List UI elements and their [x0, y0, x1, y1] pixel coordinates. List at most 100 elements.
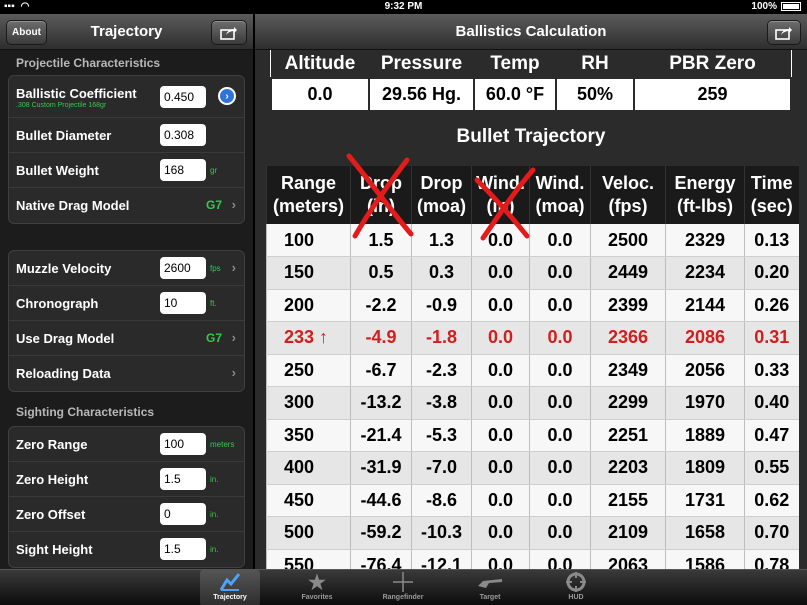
table-cell: 0.47 — [744, 419, 799, 452]
share-button[interactable] — [767, 20, 801, 45]
row-label: Bullet Weight — [16, 163, 99, 178]
tab-rangefinder[interactable]: Rangefinder — [373, 570, 433, 605]
unit-label: ft. — [210, 299, 217, 308]
table-cell: 2449 — [590, 256, 666, 290]
star-icon: ★ — [308, 571, 326, 594]
table-cell: 2299 — [590, 386, 666, 420]
env-header: PBR Zero — [634, 50, 791, 78]
table-cell: -10.3 — [411, 516, 472, 550]
env-header: Temp — [474, 50, 556, 78]
zero-range-row[interactable]: Zero Range 100 meters — [9, 427, 244, 462]
master-nav-bar: About Trajectory — [0, 14, 253, 50]
chevron-right-icon: › — [231, 260, 236, 275]
row-label: Native Drag Model — [16, 198, 130, 213]
zero-height-field[interactable]: 1.5 — [160, 468, 206, 490]
table-cell: 150 — [266, 256, 351, 290]
projectile-group: Ballistic Coefficient .308 Custom Projec… — [8, 75, 245, 224]
table-cell: 0.0 — [471, 224, 530, 257]
column-header: Veloc. (fps) — [590, 166, 666, 224]
reloading-data-row[interactable]: Reloading Data › — [9, 356, 244, 391]
trajectory-body: 100 1.5 1.3 0.0 0.0 2500 2329 0.13 150 0.5 0.3 0.0 0… — [266, 224, 799, 569]
table-cell: -31.9 — [350, 451, 412, 485]
chronograph-row[interactable]: Chronograph 10 ft. — [9, 286, 244, 321]
table-cell: 2203 — [590, 451, 666, 485]
column-header-title: Drop — [420, 173, 463, 193]
ballistic-coefficient-field[interactable]: 0.450 — [160, 86, 206, 108]
table-cell: -4.9 — [350, 321, 412, 355]
ballistic-coefficient-row[interactable]: Ballistic Coefficient .308 Custom Projec… — [9, 76, 244, 118]
table-cell: 300 — [266, 386, 351, 420]
zero-range-field[interactable]: 100 — [160, 433, 206, 455]
table-cell: 0.0 — [471, 386, 530, 420]
battery-percent: 100% — [751, 1, 777, 12]
use-drag-model-row[interactable]: Use Drag Model G7 › — [9, 321, 244, 356]
bullet-weight-field[interactable]: 168 — [160, 159, 206, 181]
table-row: 500 -59.2 -10.3 0.0 0.0 2109 1658 0.70 — [266, 516, 799, 550]
trajectory-icon — [200, 570, 260, 594]
table-cell: 0.0 — [529, 354, 591, 387]
table-cell: -5.3 — [411, 419, 472, 452]
tab-trajectory[interactable]: Trajectory — [200, 570, 260, 605]
column-header-title: Time — [750, 173, 793, 193]
share-button[interactable] — [211, 20, 247, 45]
table-cell: 0.62 — [744, 484, 799, 517]
table-cell: -1.8 — [411, 321, 472, 355]
sight-height-field[interactable]: 1.5 — [160, 538, 206, 560]
table-cell: -2.3 — [411, 354, 472, 387]
bullet-diameter-row[interactable]: Bullet Diameter 0.308 — [9, 118, 244, 153]
zero-offset-field[interactable]: 0 — [160, 503, 206, 525]
muzzle-velocity-row[interactable]: Muzzle Velocity 2600 fps › — [9, 251, 244, 286]
bullet-diameter-field[interactable]: 0.308 — [160, 124, 206, 146]
tab-target[interactable]: Target — [460, 570, 520, 605]
table-cell: 0.20 — [744, 256, 799, 290]
chronograph-field[interactable]: 10 — [160, 292, 206, 314]
table-cell: -6.7 — [350, 354, 412, 387]
table-cell: -7.0 — [411, 451, 472, 485]
trajectory-table: Range (meters) Drop (in) Drop (moa) Wind. (in) W… — [266, 166, 799, 569]
column-header-title: Range — [280, 173, 336, 193]
row-label: Zero Offset — [16, 507, 86, 522]
row-label: Reloading Data — [16, 366, 111, 381]
column-header-unit: (in) — [486, 196, 515, 216]
table-cell: 450 — [266, 484, 351, 517]
table-cell: 1731 — [665, 484, 745, 517]
table-row: 550 -76.4 -12.1 0.0 0.0 2063 1586 0.78 — [266, 549, 799, 569]
row-label: Chronograph — [16, 296, 99, 311]
table-cell: 2234 — [665, 256, 745, 290]
table-cell: -13.2 — [350, 386, 412, 420]
tab-hud[interactable]: HUD — [546, 570, 606, 605]
table-cell: 0.70 — [744, 516, 799, 550]
table-cell: 0.0 — [471, 321, 530, 355]
unit-label: meters — [210, 440, 235, 449]
table-cell: 2349 — [590, 354, 666, 387]
row-label: Zero Range — [16, 437, 88, 452]
table-cell: 0.0 — [529, 289, 591, 322]
zero-offset-row[interactable]: Zero Offset 0 in. — [9, 497, 244, 532]
table-cell: 1889 — [665, 419, 745, 452]
bullet-weight-row[interactable]: Bullet Weight 168 gr — [9, 153, 244, 188]
table-cell: 2329 — [665, 224, 745, 257]
row-label: Ballistic Coefficient — [16, 86, 137, 101]
chevron-right-icon: › — [231, 197, 236, 212]
column-header: Drop (in) — [350, 166, 412, 224]
tab-favorites[interactable]: ★ Favorites — [287, 570, 347, 605]
detail-disclosure-icon[interactable]: › — [218, 87, 236, 105]
table-cell: 1586 — [665, 549, 745, 569]
table-cell: 0.78 — [744, 549, 799, 569]
native-drag-model-row[interactable]: Native Drag Model G7 › — [9, 188, 244, 223]
tab-label: Target — [479, 594, 501, 601]
sight-height-row[interactable]: Sight Height 1.5 in. — [9, 532, 244, 567]
column-header: Drop (moa) — [411, 166, 472, 224]
muzzle-velocity-field[interactable]: 2600 — [160, 257, 206, 279]
table-cell: 1.3 — [411, 224, 472, 257]
column-header: Wind. (in) — [471, 166, 530, 224]
column-header: Wind. (moa) — [529, 166, 591, 224]
zero-height-row[interactable]: Zero Height 1.5 in. — [9, 462, 244, 497]
table-cell: 0.40 — [744, 386, 799, 420]
table-cell: 100 — [266, 224, 351, 257]
table-cell: 250 — [266, 354, 351, 387]
table-cell: 2399 — [590, 289, 666, 322]
row-label: Sight Height — [16, 542, 93, 557]
environment-value-row: 0.0 29.56 Hg. 60.0 °F 50% 259 — [270, 77, 792, 112]
table-cell: 0.0 — [529, 224, 591, 257]
